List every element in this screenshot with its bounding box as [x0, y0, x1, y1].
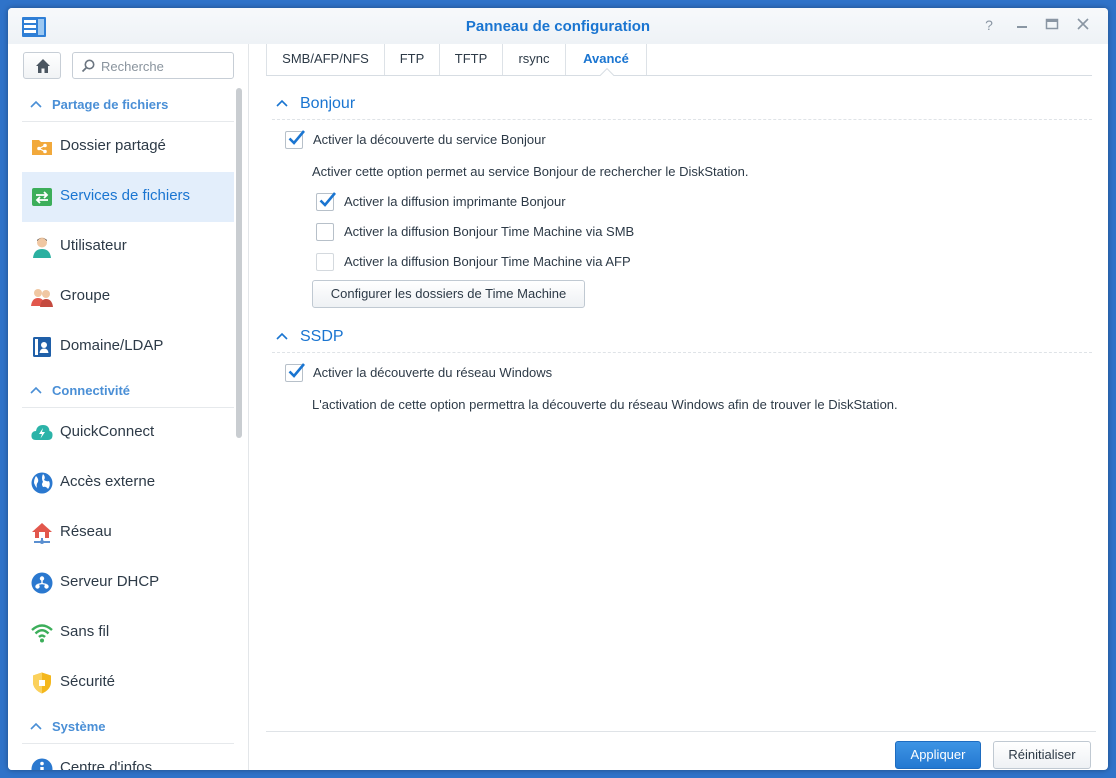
- maximize-button[interactable]: [1044, 17, 1060, 33]
- sidebar-item-shared-folder[interactable]: Dossier partagé: [22, 122, 234, 172]
- section-system[interactable]: Système: [22, 710, 234, 744]
- search-icon: [81, 59, 95, 73]
- sidebar-item-info-center[interactable]: Centre d'infos: [22, 744, 234, 770]
- chevron-up-icon: [276, 99, 288, 107]
- ssdp-enable-checkbox[interactable]: [285, 363, 305, 382]
- bonjour-description: Activer cette option permet au service B…: [312, 164, 749, 179]
- search-box[interactable]: [72, 52, 234, 79]
- info-center-icon: [31, 758, 53, 770]
- apply-button[interactable]: Appliquer: [895, 741, 981, 769]
- sidebar-item-group[interactable]: Groupe: [22, 272, 234, 322]
- shared-folder-icon: [32, 140, 52, 155]
- sidebar-item-file-services[interactable]: Services de fichiers: [22, 172, 234, 222]
- footer-divider: [266, 731, 1096, 732]
- sidebar-item-domain-ldap[interactable]: Domaine/LDAP: [22, 322, 234, 372]
- configure-time-machine-button[interactable]: Configurer les dossiers de Time Machine: [312, 280, 585, 308]
- domain-ldap-icon: [33, 337, 51, 357]
- bonjour-timemachine-afp-checkbox[interactable]: [316, 253, 334, 271]
- sidebar-nav: Partage de fichiers Dossier partagé Serv…: [22, 88, 234, 770]
- sidebar: Partage de fichiers Dossier partagé Serv…: [8, 44, 250, 770]
- bonjour-printer-checkbox[interactable]: [316, 192, 336, 211]
- checkmark-icon: [288, 130, 305, 145]
- section-connectivity[interactable]: Connectivité: [22, 374, 234, 408]
- sidebar-item-security[interactable]: Sécurité: [22, 658, 234, 708]
- tab-smb-afp-nfs[interactable]: SMB/AFP/NFS: [266, 44, 385, 75]
- home-icon: [36, 59, 50, 73]
- user-icon: [33, 237, 51, 258]
- checkmark-icon: [288, 363, 305, 378]
- tab-tftp[interactable]: TFTP: [440, 44, 503, 75]
- chevron-up-icon: [276, 332, 288, 340]
- sidebar-item-dhcp-server[interactable]: Serveur DHCP: [22, 558, 234, 608]
- checkmark-icon: [319, 192, 336, 207]
- close-button[interactable]: [1075, 17, 1091, 33]
- minimize-button[interactable]: [1014, 17, 1030, 33]
- sidebar-scrollbar[interactable]: [236, 88, 242, 438]
- chevron-up-icon: [30, 100, 42, 108]
- sidebar-item-network[interactable]: Réseau: [22, 508, 234, 558]
- title-bar: Panneau de configuration ?: [8, 8, 1108, 44]
- sidebar-item-wireless[interactable]: Sans fil: [22, 608, 234, 658]
- ssdp-title: SSDP: [300, 328, 344, 345]
- wireless-icon: [31, 624, 53, 643]
- chevron-up-icon: [30, 386, 42, 394]
- bonjour-timemachine-smb-checkbox[interactable]: [316, 223, 334, 241]
- tab-bar: SMB/AFP/NFS FTP TFTP rsync Avancé: [266, 44, 1092, 83]
- reset-button[interactable]: Réinitialiser: [993, 741, 1091, 769]
- quickconnect-icon: [31, 425, 53, 440]
- home-button[interactable]: [23, 52, 61, 79]
- tab-rsync[interactable]: rsync: [503, 44, 566, 75]
- file-services-icon: [32, 188, 52, 206]
- ssdp-description: L'activation de cette option permettra l…: [312, 397, 898, 412]
- control-panel-window: Panneau de configuration ? Recherche Par…: [8, 8, 1108, 770]
- chevron-up-icon: [30, 722, 42, 730]
- bonjour-enable-checkbox[interactable]: [285, 130, 305, 149]
- group-ssdp[interactable]: SSDP: [272, 323, 1092, 353]
- shield-icon: [33, 672, 51, 694]
- tab-ftp[interactable]: FTP: [385, 44, 440, 75]
- sidebar-divider: [248, 44, 249, 770]
- help-icon[interactable]: ?: [981, 17, 997, 33]
- dhcp-server-icon: [31, 572, 53, 594]
- section-file-sharing[interactable]: Partage de fichiers: [22, 88, 234, 122]
- network-icon: [32, 523, 52, 544]
- window-title: Panneau de configuration: [465, 18, 651, 35]
- bonjour-title: Bonjour: [300, 95, 356, 112]
- main-panel: SMB/AFP/NFS FTP TFTP rsync Avancé Bonjou…: [266, 44, 1096, 770]
- external-access-icon: [31, 472, 53, 494]
- sidebar-item-quickconnect[interactable]: QuickConnect: [22, 408, 234, 458]
- group-icon: [31, 289, 53, 307]
- group-bonjour[interactable]: Bonjour: [272, 90, 1092, 120]
- search-input[interactable]: [101, 57, 229, 75]
- sidebar-item-external-access[interactable]: Accès externe: [22, 458, 234, 508]
- sidebar-item-user[interactable]: Utilisateur: [22, 222, 234, 272]
